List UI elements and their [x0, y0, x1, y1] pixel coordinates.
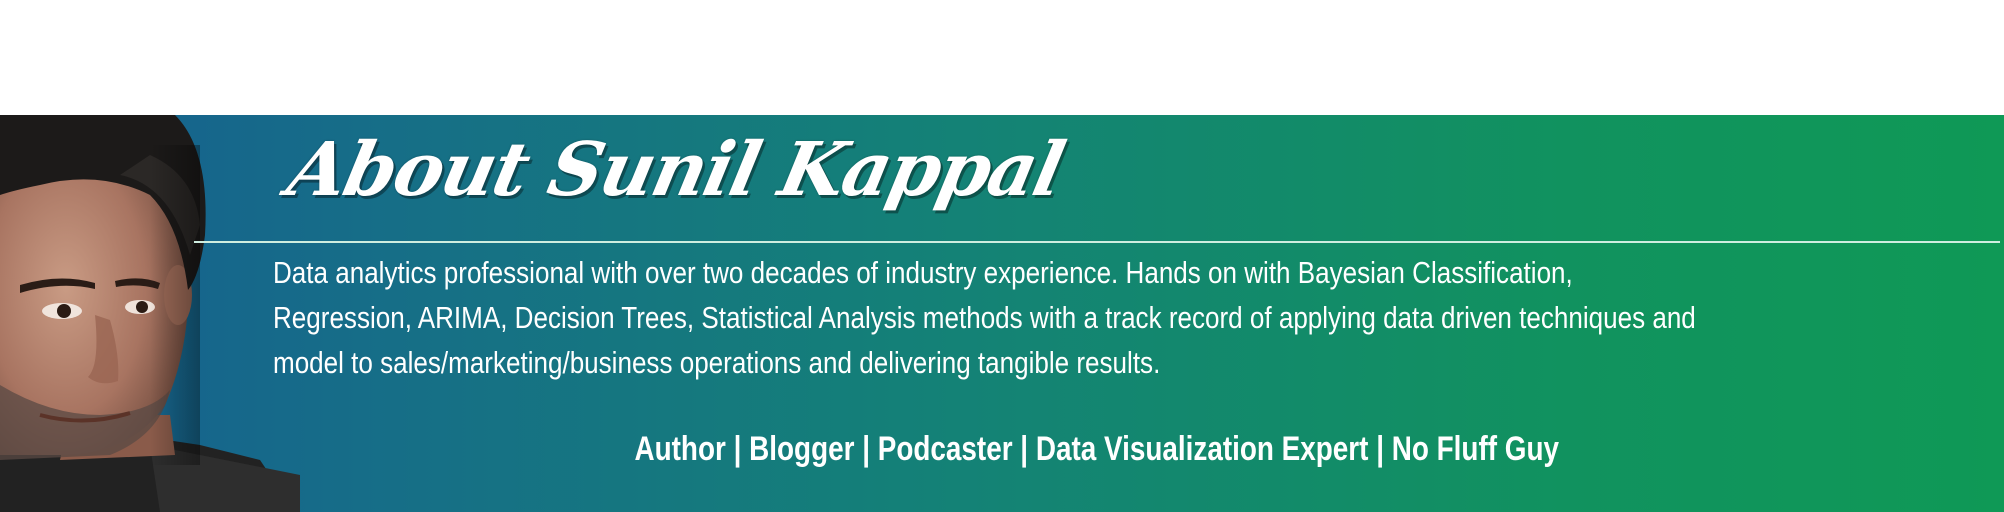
about-title: About Sunil Kappal — [280, 127, 1071, 213]
about-description: Data analytics professional with over tw… — [273, 255, 1696, 380]
roles-tagline: Author | Blogger | Podcaster | Data Visu… — [0, 430, 2004, 468]
about-banner: About Sunil Kappal Data analytics profes… — [0, 115, 2004, 512]
title-divider — [194, 241, 2000, 243]
roles-tagline-text: Author | Blogger | Podcaster | Data Visu… — [634, 430, 1560, 468]
page: About Sunil Kappal Data analytics profes… — [0, 0, 2004, 512]
